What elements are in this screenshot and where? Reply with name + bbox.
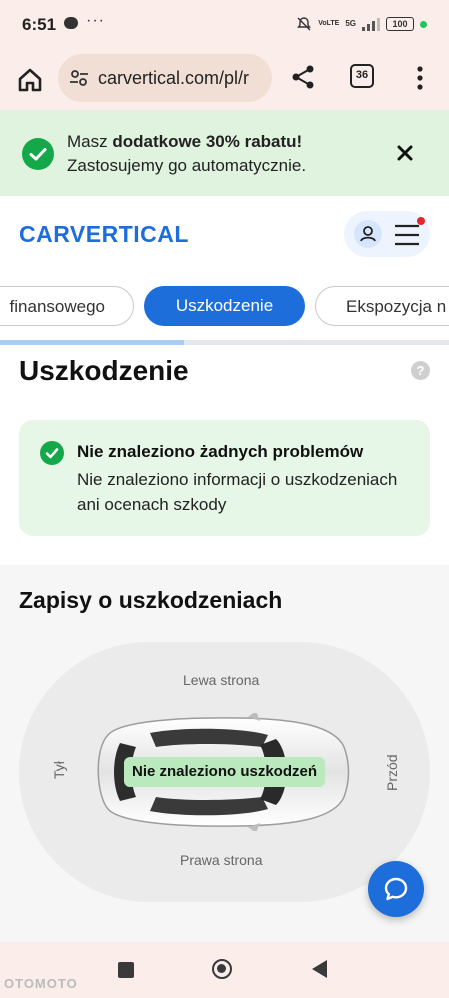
- carvertical-logo[interactable]: CARVERTICAL: [19, 221, 189, 248]
- left-side-label: Lewa strona: [183, 672, 260, 688]
- right-side-label: Prawa strona: [180, 852, 263, 868]
- muted-bell-icon: [297, 17, 312, 31]
- volte-indicator: VoLTE: [318, 20, 340, 27]
- system-icons: VoLTE 5G 100: [296, 16, 427, 32]
- hamburger-menu-icon: [395, 224, 419, 246]
- chat-button[interactable]: [368, 861, 424, 917]
- home-button[interactable]: [212, 959, 232, 979]
- more-notifications-icon: ···: [86, 12, 105, 29]
- battery-icon: 100: [386, 17, 414, 31]
- tab-switcher-button[interactable]: 36: [350, 64, 374, 88]
- check-circle-icon: [40, 441, 64, 465]
- user-icon: [354, 220, 382, 248]
- privacy-dot-icon: [420, 20, 427, 28]
- watermark: OTOMOTO: [4, 976, 78, 991]
- signal-icon: [362, 17, 380, 31]
- browser-toolbar: carvertical.com/pl/r 36: [0, 52, 449, 110]
- check-circle-icon: [22, 138, 54, 170]
- rear-label: Tył: [51, 761, 67, 779]
- alert-heading: Nie znaleziono żadnych problemów: [77, 442, 364, 461]
- clock: 6:51: [22, 15, 57, 34]
- report-tabs: finansowego Uszkodzenie Ekspozycja n: [0, 272, 449, 340]
- alert-body: Nie znaleziono informacji o uszkodzeniac…: [77, 470, 398, 514]
- help-icon[interactable]: ?: [411, 361, 430, 380]
- tab-exposure[interactable]: Ekspozycja n: [315, 286, 449, 326]
- banner-title: Masz dodatkowe 30% rabatu!: [67, 132, 303, 151]
- share-icon[interactable]: [290, 64, 316, 90]
- chat-bubble-icon: [384, 877, 408, 901]
- tab-damage[interactable]: Uszkodzenie: [144, 286, 305, 326]
- chat-notification-icon: [64, 17, 78, 29]
- more-menu-icon[interactable]: [408, 64, 432, 92]
- url-text: carvertical.com/pl/r: [98, 67, 250, 88]
- no-problems-alert: Nie znaleziono żadnych problemów Nie zna…: [19, 420, 430, 536]
- section-title: Uszkodzenie: [19, 355, 189, 386]
- account-menu-button[interactable]: [344, 211, 430, 257]
- status-bar: 6:51 ··· VoLTE 5G 100: [0, 0, 449, 52]
- front-label: Przód: [384, 754, 400, 791]
- banner-subtitle: Zastosujemy go automatycznie.: [67, 156, 307, 175]
- section-title: Zapisy o uszkodzeniach: [19, 587, 283, 613]
- network-type-indicator: 5G: [345, 19, 356, 28]
- site-settings-icon[interactable]: [68, 67, 90, 89]
- site-header: CARVERTICAL: [0, 196, 449, 272]
- close-icon[interactable]: [394, 142, 416, 164]
- back-button[interactable]: [312, 960, 327, 978]
- discount-banner: Masz dodatkowe 30% rabatu! Zastosujemy g…: [0, 110, 449, 196]
- notification-dot: [417, 217, 425, 225]
- damage-section: Uszkodzenie ? Nie znaleziono żadnych pro…: [0, 345, 449, 565]
- recents-button[interactable]: [118, 962, 134, 978]
- no-damage-badge: Nie znaleziono uszkodzeń: [124, 757, 325, 787]
- tab-financial[interactable]: finansowego: [0, 286, 134, 326]
- address-bar[interactable]: carvertical.com/pl/r: [58, 54, 272, 102]
- home-icon[interactable]: [14, 64, 46, 96]
